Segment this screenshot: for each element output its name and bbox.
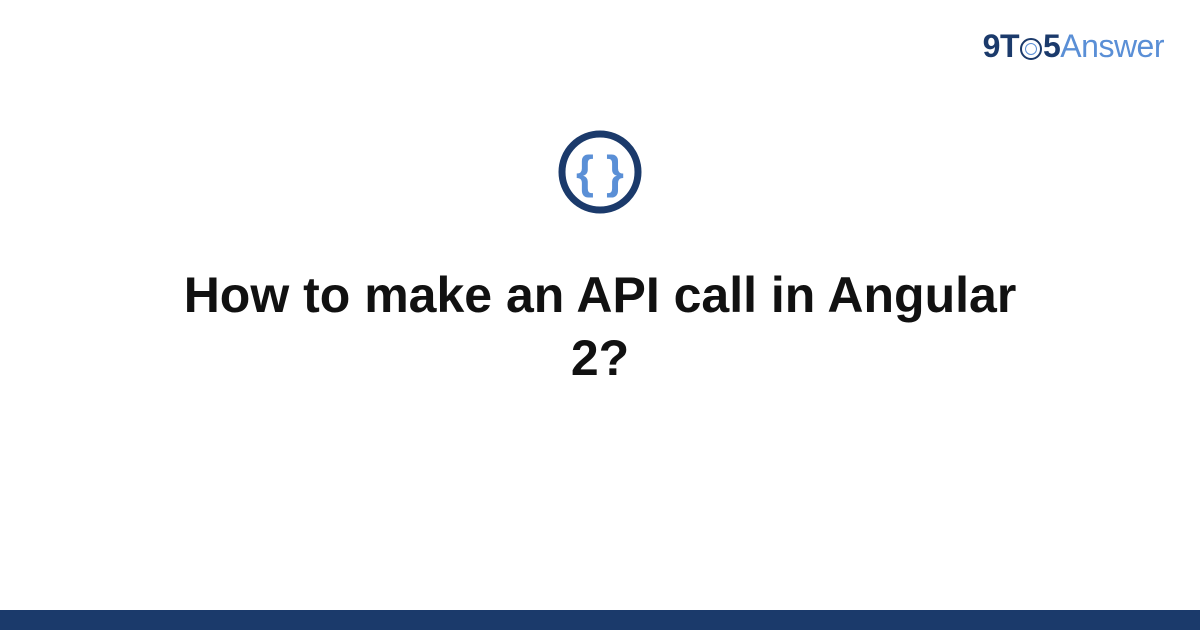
site-logo[interactable]: 9T 5Answer [983,28,1164,65]
main-content: { } How to make an API call in Angular 2… [0,128,1200,389]
code-braces-icon: { } [556,128,644,216]
right-brace-glyph: } [606,146,624,198]
page-title: How to make an API call in Angular 2? [150,264,1050,389]
logo-text-answer: Answer [1060,28,1164,64]
logo-text-5: 5 [1043,28,1060,64]
footer-accent-bar [0,610,1200,630]
logo-text-9t: 9T [983,28,1019,64]
logo-o-icon [1019,28,1043,65]
left-brace-glyph: { [576,146,594,198]
